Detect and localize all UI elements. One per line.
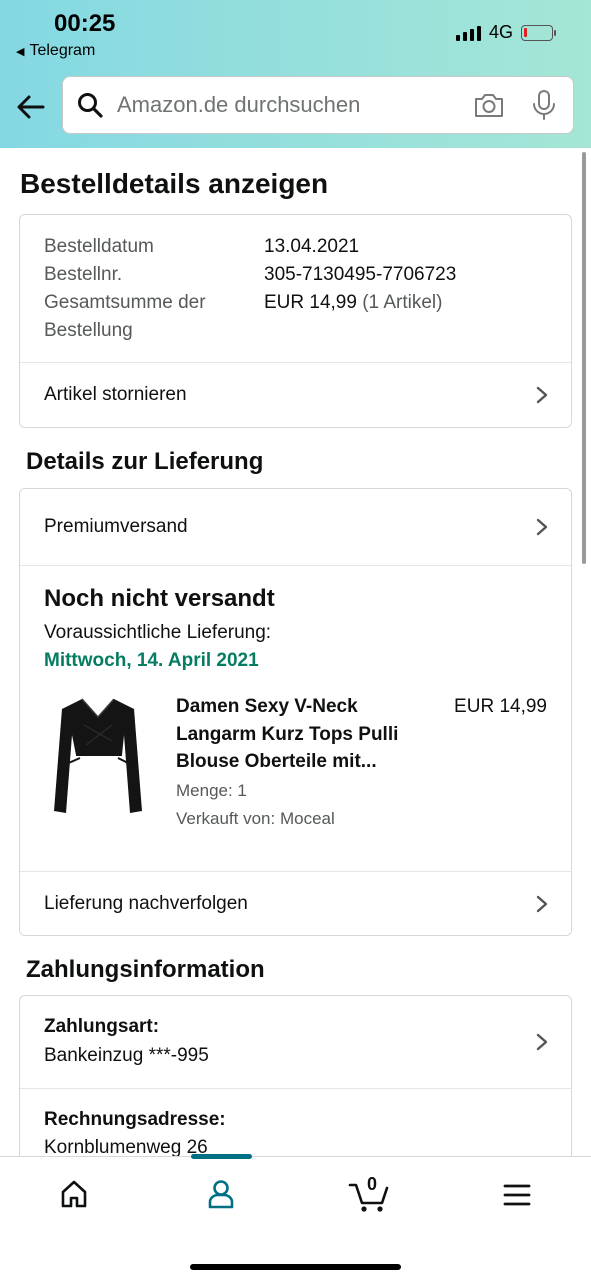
microphone-icon[interactable]: [531, 89, 557, 121]
order-date-label: Bestelldatum: [44, 236, 154, 257]
chevron-right-icon: [536, 518, 548, 536]
order-total-value: EUR 14,99: [264, 292, 357, 313]
expected-delivery-label: Voraussichtliche Lieferung:: [44, 622, 272, 643]
home-icon[interactable]: [60, 1179, 88, 1209]
cancel-items-label: Artikel stornieren: [44, 384, 187, 405]
payment-method-value: Bankeinzug ***-995: [44, 1045, 209, 1066]
track-delivery-link[interactable]: Lieferung nachverfolgen: [20, 872, 571, 936]
account-icon[interactable]: [207, 1179, 235, 1209]
item-seller: Verkauft von: Moceal: [176, 809, 335, 828]
delivery-card: Premiumversand Noch nicht versandt Vorau…: [19, 488, 572, 936]
order-number-label: Bestellnr.: [44, 264, 123, 285]
search-icon: [78, 93, 103, 118]
battery-icon: [521, 24, 556, 41]
payment-section-title: Zahlungsinformation: [26, 956, 265, 983]
bottom-navigation: 0: [0, 1154, 591, 1280]
payment-method-label: Zahlungsart:: [44, 1016, 160, 1037]
delivery-section-title: Details zur Lieferung: [26, 448, 264, 475]
order-total-label: Gesamtsumme der Bestellung: [44, 292, 206, 341]
order-number-value: 305-7130495-7706723: [264, 264, 457, 285]
billing-address-value: Kornblumenweg 26: [44, 1137, 208, 1156]
order-total-items: (1 Artikel): [362, 292, 443, 313]
home-indicator[interactable]: [190, 1264, 401, 1270]
camera-icon[interactable]: [473, 89, 505, 121]
back-to-app-link[interactable]: ◀ Telegram: [16, 42, 95, 60]
expected-delivery-date: Mittwoch, 14. April 2021: [44, 650, 259, 671]
search-bar[interactable]: Amazon.de durchsuchen: [62, 76, 574, 134]
cart-count: 0: [366, 1174, 377, 1194]
payment-method-link[interactable]: Zahlungsart: Bankeinzug ***-995: [20, 996, 571, 1088]
shipping-method-link[interactable]: Premiumversand: [20, 489, 571, 565]
shipping-method-label: Premiumversand: [44, 516, 188, 537]
black-crop-top-image[interactable]: [52, 695, 144, 817]
menu-icon[interactable]: [503, 1183, 531, 1207]
back-triangle-icon: ◀: [16, 45, 25, 58]
item-price: EUR 14,99: [454, 696, 547, 717]
app-header: 00:25 ◀ Telegram 4G Amazon.de durchsuche…: [0, 0, 591, 148]
status-indicators: 4G: [455, 22, 556, 43]
status-time: 00:25: [54, 10, 116, 37]
network-type: 4G: [488, 22, 513, 42]
item-quantity: Menge: 1: [176, 781, 247, 800]
cart-button[interactable]: 0: [348, 1174, 390, 1213]
chevron-right-icon: [536, 386, 548, 404]
billing-address-label: Rechnungsadresse:: [44, 1109, 226, 1130]
active-tab-indicator: [191, 1154, 252, 1159]
search-input[interactable]: Amazon.de durchsuchen: [117, 92, 473, 118]
cancel-items-link[interactable]: Artikel stornieren: [20, 363, 571, 427]
signal-icon: [455, 25, 481, 41]
order-total: EUR 14,99 (1 Artikel): [264, 289, 442, 317]
order-details-content: Bestelldetails anzeigen Bestelldatum 13.…: [0, 148, 591, 1156]
order-date-value: 13.04.2021: [264, 236, 360, 257]
order-summary-card: Bestelldatum 13.04.2021 Bestellnr. 305-7…: [19, 214, 572, 428]
payment-card: Zahlungsart: Bankeinzug ***-995 Rechnung…: [19, 995, 572, 1156]
page-title: Bestelldetails anzeigen: [20, 168, 329, 199]
chevron-right-icon: [536, 1033, 548, 1051]
chevron-right-icon: [536, 895, 548, 913]
item-title-link[interactable]: Damen Sexy V-Neck Langarm Kurz Tops Pull…: [176, 693, 431, 776]
shipment-status: Noch nicht versandt: [44, 585, 275, 612]
back-arrow-icon[interactable]: [16, 92, 46, 122]
track-delivery-label: Lieferung nachverfolgen: [44, 893, 248, 914]
back-app-label: Telegram: [29, 42, 96, 59]
